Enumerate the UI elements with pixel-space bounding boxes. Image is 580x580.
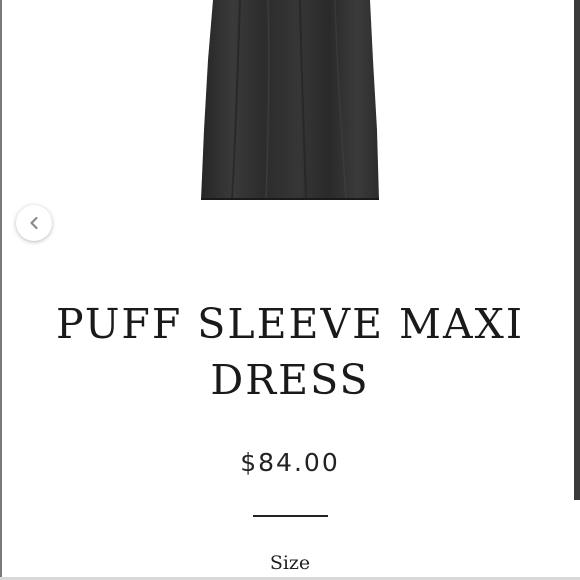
product-title-line-1: PUFF SLEEVE MAXI — [55, 300, 525, 348]
product-image — [201, 0, 379, 201]
chevron-left-icon — [28, 216, 40, 230]
right-border — [574, 0, 580, 500]
divider — [253, 515, 328, 517]
dress-skirt — [201, 0, 379, 200]
gallery-prev-button[interactable] — [16, 205, 52, 241]
product-page: PUFF SLEEVE MAXI DRESS $84.00 Size — [0, 0, 580, 580]
product-price: $84.00 — [240, 448, 340, 477]
size-label: Size — [269, 552, 311, 574]
product-title: PUFF SLEEVE MAXI DRESS — [0, 296, 580, 408]
product-title-line-2: DRESS — [210, 356, 370, 404]
